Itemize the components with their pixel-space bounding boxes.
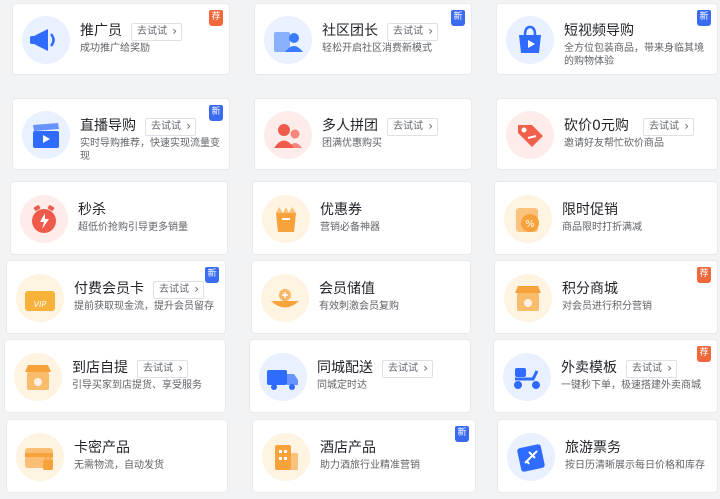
feature-card[interactable]: 砍价0元购去试试邀请好友帮忙砍价商品 bbox=[496, 98, 718, 170]
store-pickup-icon bbox=[14, 353, 62, 401]
try-button[interactable]: 去试试 bbox=[153, 281, 204, 299]
card-title: 付费会员卡 bbox=[74, 281, 144, 297]
feature-card[interactable]: 推广员去试试成功推广给奖励 荐 bbox=[12, 3, 230, 75]
card-description: 营销必备神器 bbox=[320, 222, 380, 233]
feature-card[interactable]: 旅游票务按日历清晰展示每日价格和库存 bbox=[497, 419, 718, 493]
try-button[interactable]: 去试试 bbox=[387, 23, 438, 41]
card-description: 有效刺激会员复购 bbox=[319, 301, 399, 312]
card-description: 引导买家到店提货、享受服务 bbox=[72, 380, 202, 391]
card-description: 一键秒下单，极速搭建外卖商城 bbox=[561, 380, 701, 391]
card-description: 商品限时打折满减 bbox=[562, 222, 642, 233]
feature-card-grid: 推广员去试试成功推广给奖励荐社区团长去试试轻松开启社区消费新模式新短视频导购全方… bbox=[0, 0, 720, 499]
try-button[interactable]: 去试试 bbox=[387, 118, 438, 136]
card-description: 全方位包装商品，带来身临其境的购物体验 bbox=[564, 43, 704, 67]
feature-card[interactable]: VIP 付费会员卡去试试提前获取现金流，提升会员留存 新 bbox=[6, 260, 226, 334]
feature-card[interactable]: 外卖模板去试试一键秒下单，极速搭建外卖商城 荐 bbox=[493, 339, 718, 413]
feature-card[interactable]: 积分商城对会员进行积分营销 荐 bbox=[494, 260, 718, 334]
feature-card[interactable]: 直播导购去试试实时导购推荐，快速实现流量变现 新 bbox=[12, 98, 230, 170]
card-title: 旅游票务 bbox=[565, 440, 621, 456]
card-title: 直播导购 bbox=[80, 118, 136, 134]
group-buy-icon bbox=[264, 111, 312, 159]
try-button[interactable]: 去试试 bbox=[145, 118, 196, 136]
vip-card-icon: VIP bbox=[16, 274, 64, 322]
feature-card[interactable]: 优惠券 营销必备神器 bbox=[252, 181, 472, 255]
card-title: 短视频导购 bbox=[564, 23, 634, 39]
clapperboard-icon bbox=[22, 111, 70, 159]
flash-sale-clock-icon bbox=[20, 195, 68, 243]
feature-card[interactable]: 社区团长去试试轻松开启社区消费新模式 新 bbox=[254, 3, 472, 75]
feature-card[interactable]: 短视频导购全方位包装商品，带来身临其境的购物体验 新 bbox=[496, 3, 718, 75]
card-description: 无需物流，自动发货 bbox=[74, 460, 164, 471]
card-title: 积分商城 bbox=[562, 281, 618, 297]
new-badge: 新 bbox=[209, 105, 223, 121]
recommended-badge: 荐 bbox=[697, 267, 711, 283]
hotel-icon bbox=[262, 433, 310, 481]
card-description: 实时导购推荐，快速实现流量变现 bbox=[80, 138, 220, 162]
card-description: 助力酒旅行业精准营销 bbox=[320, 460, 420, 471]
feature-card[interactable]: 秒杀超低价抢购引导更多销量 bbox=[10, 181, 228, 255]
coupon-icon bbox=[262, 195, 310, 243]
card-description: 同城定时达 bbox=[317, 380, 367, 391]
card-title: 多人拼团 bbox=[322, 118, 378, 134]
try-button[interactable]: 去试试 bbox=[643, 118, 694, 136]
recommended-badge: 荐 bbox=[697, 346, 711, 362]
card-description: 成功推广给奖励 bbox=[80, 43, 150, 54]
card-title: 到店自提 bbox=[72, 360, 128, 376]
card-title: 卡密产品 bbox=[74, 440, 130, 456]
new-badge: 新 bbox=[205, 267, 219, 283]
scooter-icon bbox=[503, 353, 551, 401]
card-title: 会员储值 bbox=[319, 281, 375, 297]
feature-card[interactable]: 卡密产品无需物流，自动发货 bbox=[6, 419, 228, 493]
card-description: 团满优惠购买 bbox=[322, 138, 382, 149]
community-leader-icon bbox=[264, 16, 312, 64]
card-description: 轻松开启社区消费新模式 bbox=[322, 43, 432, 54]
card-description: 邀请好友帮忙砍价商品 bbox=[564, 138, 664, 149]
new-badge: 新 bbox=[451, 10, 465, 26]
feature-card[interactable]: 同城配送去试试同城定时达 bbox=[249, 339, 471, 413]
card-title: 酒店产品 bbox=[320, 440, 376, 456]
card-title: 社区团长 bbox=[322, 23, 378, 39]
try-button[interactable]: 去试试 bbox=[382, 360, 433, 378]
card-title: 推广员 bbox=[80, 23, 122, 39]
try-button[interactable]: 去试试 bbox=[137, 360, 188, 378]
megaphone-icon bbox=[22, 16, 70, 64]
try-button[interactable]: 去试试 bbox=[626, 360, 677, 378]
video-shopping-bag-icon bbox=[506, 16, 554, 64]
bargain-tag-icon bbox=[506, 111, 554, 159]
card-description: 超低价抢购引导更多销量 bbox=[78, 222, 188, 233]
card-title: 砍价0元购 bbox=[564, 118, 629, 134]
card-description: 按日历清晰展示每日价格和库存 bbox=[565, 460, 705, 471]
card-title: 外卖模板 bbox=[561, 360, 617, 376]
svg-text:%: % bbox=[525, 219, 535, 230]
new-badge: 新 bbox=[455, 426, 469, 442]
points-mall-icon bbox=[504, 274, 552, 322]
card-title: 同城配送 bbox=[317, 360, 373, 376]
card-key-icon bbox=[16, 433, 64, 481]
svg-text:VIP: VIP bbox=[34, 300, 47, 309]
recommended-badge: 荐 bbox=[209, 10, 223, 26]
card-title: 优惠券 bbox=[320, 202, 362, 218]
timed-discount-icon: % bbox=[504, 195, 552, 243]
card-description: 提前获取现金流，提升会员留存 bbox=[74, 301, 214, 312]
card-description: 对会员进行积分营销 bbox=[562, 301, 652, 312]
feature-card[interactable]: % 限时促销商品限时打折满减 bbox=[494, 181, 718, 255]
try-button[interactable]: 去试试 bbox=[131, 23, 182, 41]
card-title: 秒杀 bbox=[78, 202, 106, 218]
feature-card[interactable]: 到店自提去试试引导买家到店提货、享受服务 bbox=[4, 339, 226, 413]
delivery-truck-icon bbox=[259, 353, 307, 401]
stored-value-icon bbox=[261, 274, 309, 322]
airplane-ticket-icon bbox=[507, 433, 555, 481]
feature-card[interactable]: 酒店产品助力酒旅行业精准营销 新 bbox=[252, 419, 476, 493]
feature-card[interactable]: 多人拼团去试试团满优惠购买 bbox=[254, 98, 472, 170]
feature-card[interactable]: 会员储值有效刺激会员复购 bbox=[251, 260, 471, 334]
card-title: 限时促销 bbox=[562, 202, 618, 218]
new-badge: 新 bbox=[697, 10, 711, 26]
